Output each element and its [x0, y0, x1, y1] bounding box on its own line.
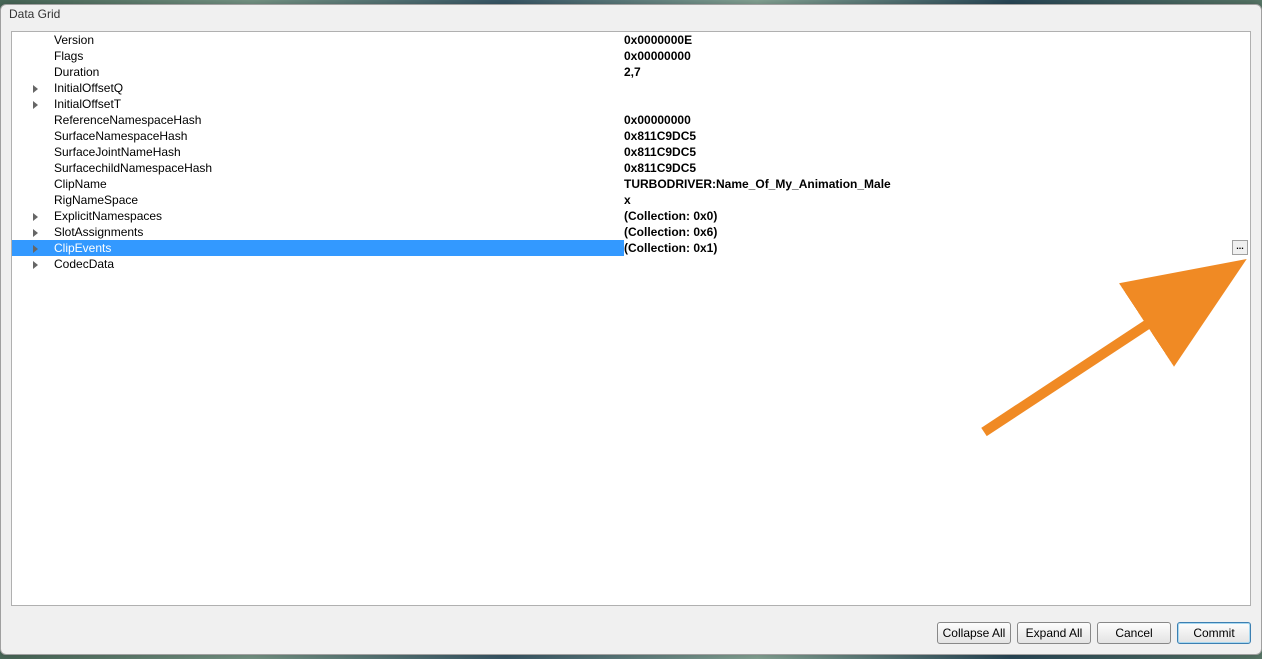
commit-button[interactable]: Commit: [1177, 622, 1251, 644]
property-value[interactable]: (Collection: 0x6): [624, 224, 1250, 240]
cancel-button[interactable]: Cancel: [1097, 622, 1171, 644]
expand-toggle-icon[interactable]: [12, 208, 42, 224]
expand-all-button[interactable]: Expand All: [1017, 622, 1091, 644]
chevron-right-icon: [33, 101, 38, 109]
property-row[interactable]: InitialOffsetT: [12, 96, 1250, 112]
chevron-right-icon: [33, 85, 38, 93]
property-row[interactable]: SurfaceJointNameHash0x811C9DC5: [12, 144, 1250, 160]
property-value[interactable]: 0x00000000: [624, 48, 1250, 64]
property-value[interactable]: 0x811C9DC5: [624, 144, 1250, 160]
property-value[interactable]: [624, 80, 1250, 96]
expand-toggle-icon[interactable]: [12, 96, 42, 112]
grid-container: Version0x0000000EFlags0x00000000Duration…: [11, 31, 1251, 606]
property-label: Flags: [42, 48, 624, 64]
property-label: ExplicitNamespaces: [42, 208, 624, 224]
property-label: ClipName: [42, 176, 624, 192]
property-value[interactable]: 2,7: [624, 64, 1250, 80]
expand-spacer: [12, 192, 42, 208]
expand-toggle-icon[interactable]: [12, 80, 42, 96]
chevron-right-icon: [33, 245, 38, 253]
property-value[interactable]: TURBODRIVER:Name_Of_My_Animation_Male: [624, 176, 1250, 192]
expand-spacer: [12, 160, 42, 176]
property-row[interactable]: InitialOffsetQ: [12, 80, 1250, 96]
collapse-all-button[interactable]: Collapse All: [937, 622, 1011, 644]
expand-toggle-icon[interactable]: [12, 224, 42, 240]
property-label: InitialOffsetT: [42, 96, 624, 112]
chevron-right-icon: [33, 261, 38, 269]
property-label: Version: [42, 32, 624, 48]
property-label: ClipEvents: [42, 240, 624, 256]
property-row[interactable]: Duration2,7: [12, 64, 1250, 80]
dialog-button-row: Collapse All Expand All Cancel Commit: [1, 614, 1261, 654]
property-label: SlotAssignments: [42, 224, 624, 240]
property-row[interactable]: SurfaceNamespaceHash0x811C9DC5: [12, 128, 1250, 144]
chevron-right-icon: [33, 213, 38, 221]
property-value[interactable]: [624, 256, 1250, 272]
property-row[interactable]: ClipNameTURBODRIVER:Name_Of_My_Animation…: [12, 176, 1250, 192]
property-label: SurfaceNamespaceHash: [42, 128, 624, 144]
expand-toggle-icon[interactable]: [12, 256, 42, 272]
expand-spacer: [12, 48, 42, 64]
property-row[interactable]: SurfacechildNamespaceHash0x811C9DC5: [12, 160, 1250, 176]
property-row[interactable]: SlotAssignments(Collection: 0x6): [12, 224, 1250, 240]
property-value[interactable]: 0x811C9DC5: [624, 128, 1250, 144]
property-label: Duration: [42, 64, 624, 80]
data-grid-dialog: Data Grid Version0x0000000EFlags0x000000…: [0, 4, 1262, 655]
ellipsis-button[interactable]: ...: [1232, 240, 1248, 255]
property-label: ReferenceNamespaceHash: [42, 112, 624, 128]
property-value[interactable]: (Collection: 0x1)...: [624, 240, 1250, 256]
property-label: CodecData: [42, 256, 624, 272]
property-value[interactable]: 0x0000000E: [624, 32, 1250, 48]
property-row[interactable]: CodecData: [12, 256, 1250, 272]
expand-spacer: [12, 144, 42, 160]
property-row[interactable]: RigNameSpacex: [12, 192, 1250, 208]
property-value[interactable]: x: [624, 192, 1250, 208]
window-title: Data Grid: [1, 5, 1261, 25]
property-label: RigNameSpace: [42, 192, 624, 208]
expand-toggle-icon[interactable]: [12, 240, 42, 256]
property-label: SurfacechildNamespaceHash: [42, 160, 624, 176]
property-value[interactable]: 0x00000000: [624, 112, 1250, 128]
expand-spacer: [12, 176, 42, 192]
property-value[interactable]: (Collection: 0x0): [624, 208, 1250, 224]
expand-spacer: [12, 128, 42, 144]
property-label: SurfaceJointNameHash: [42, 144, 624, 160]
expand-spacer: [12, 32, 42, 48]
property-row[interactable]: Version0x0000000E: [12, 32, 1250, 48]
property-label: InitialOffsetQ: [42, 80, 624, 96]
property-value[interactable]: 0x811C9DC5: [624, 160, 1250, 176]
expand-spacer: [12, 112, 42, 128]
property-row[interactable]: ExplicitNamespaces(Collection: 0x0): [12, 208, 1250, 224]
chevron-right-icon: [33, 229, 38, 237]
property-value[interactable]: [624, 96, 1250, 112]
expand-spacer: [12, 64, 42, 80]
property-grid: Version0x0000000EFlags0x00000000Duration…: [12, 32, 1250, 605]
property-row[interactable]: Flags0x00000000: [12, 48, 1250, 64]
property-row[interactable]: ClipEvents(Collection: 0x1)...: [12, 240, 1250, 256]
property-row[interactable]: ReferenceNamespaceHash0x00000000: [12, 112, 1250, 128]
